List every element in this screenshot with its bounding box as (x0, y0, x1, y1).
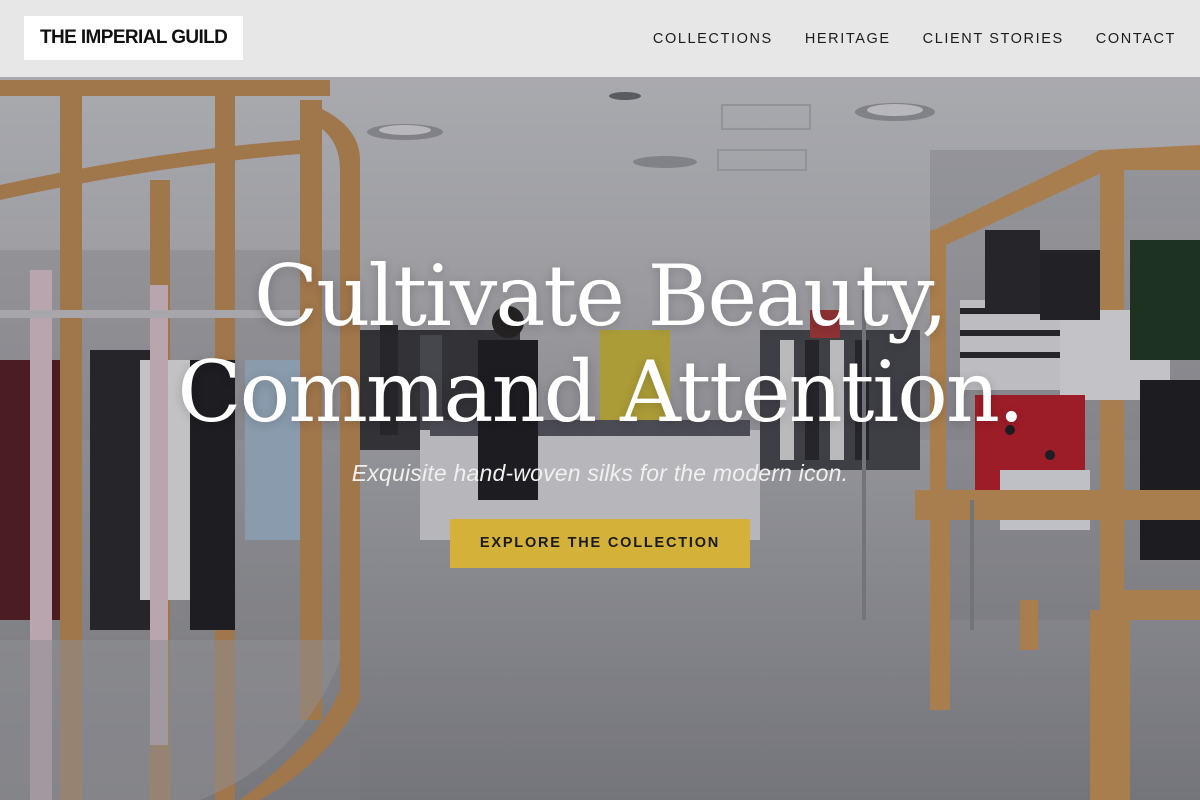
explore-collection-button[interactable]: EXPLORE THE COLLECTION (450, 519, 750, 568)
nav-item-contact[interactable]: CONTACT (1096, 31, 1176, 47)
site-header: THE IMPERIAL GUILD COLLECTIONS HERITAGE … (0, 0, 1200, 77)
hero-headline: Cultivate Beauty, Command Attention. (0, 248, 1200, 440)
nav-item-client-stories[interactable]: CLIENT STORIES (923, 31, 1064, 47)
hero-headline-line-2: Command Attention. (177, 343, 1024, 441)
hero-tagline: Exquisite hand-woven silks for the moder… (351, 460, 849, 486)
nav-item-heritage[interactable]: HERITAGE (805, 31, 891, 47)
site-logo[interactable]: THE IMPERIAL GUILD (24, 16, 244, 60)
nav-item-collections[interactable]: COLLECTIONS (653, 31, 773, 47)
main-nav: COLLECTIONS HERITAGE CLIENT STORIES CONT… (653, 0, 1176, 77)
hero-section: Cultivate Beauty, Command Attention. Exq… (0, 248, 1200, 568)
hero-headline-line-1: Cultivate Beauty, (254, 247, 948, 345)
